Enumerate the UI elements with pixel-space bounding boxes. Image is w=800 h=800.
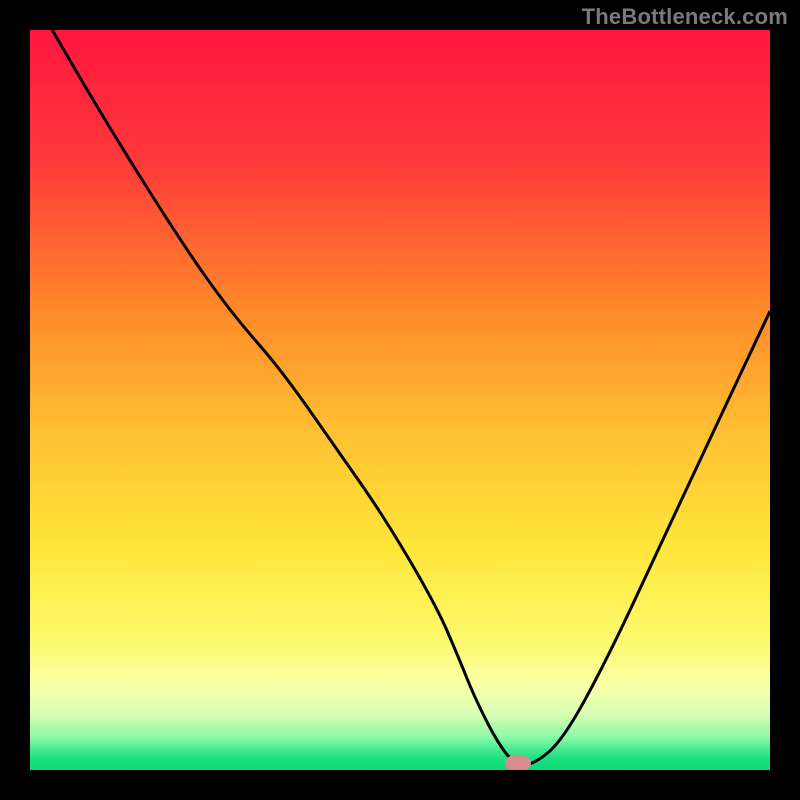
watermark-text: TheBottleneck.com	[582, 4, 788, 30]
chart-frame: TheBottleneck.com	[0, 0, 800, 800]
chart-plot-area	[30, 30, 770, 770]
optimal-point-marker	[505, 756, 531, 770]
chart-svg	[30, 30, 770, 770]
chart-background-gradient	[30, 30, 770, 770]
